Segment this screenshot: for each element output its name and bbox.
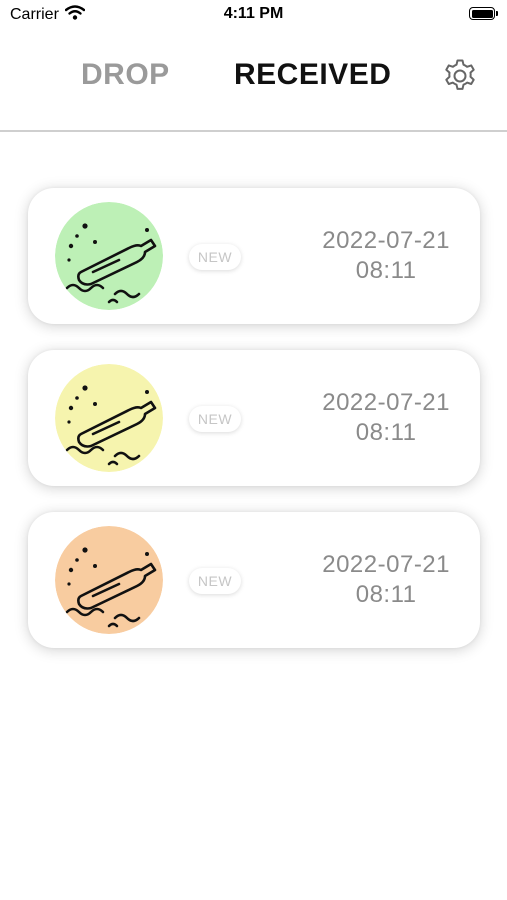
status-bar: Carrier 4:11 PM — [0, 0, 507, 30]
status-time: 4:11 PM — [223, 5, 284, 22]
message-time: 08:11 — [355, 581, 417, 608]
gear-icon[interactable] — [441, 57, 479, 95]
message-time: 08:11 — [355, 419, 417, 446]
message-date: 2022-07-21 — [322, 389, 450, 416]
message-date: 2022-07-21 — [322, 227, 450, 254]
screen: Carrier 4:11 PM DROP RECEIVED NEW 2022-0… — [0, 0, 507, 900]
new-badge: NEW — [189, 568, 241, 594]
list-item[interactable]: NEW 2022-07-21 08:11 — [28, 188, 480, 324]
message-timestamp: 2022-07-21 08:11 — [322, 226, 450, 286]
new-badge: NEW — [189, 244, 241, 270]
top-tab-bar: DROP RECEIVED — [0, 40, 507, 132]
new-badge: NEW — [189, 406, 241, 432]
message-timestamp: 2022-07-21 08:11 — [322, 388, 450, 448]
tab-drop[interactable]: DROP — [81, 58, 170, 92]
message-date: 2022-07-21 — [322, 551, 450, 578]
bottle-in-water-icon — [55, 364, 163, 472]
bottle-in-water-icon — [55, 526, 163, 634]
list-item[interactable]: NEW 2022-07-21 08:11 — [28, 512, 480, 648]
bottle-in-water-icon — [55, 202, 163, 310]
tab-received[interactable]: RECEIVED — [234, 58, 391, 92]
battery-icon — [469, 7, 498, 20]
message-time: 08:11 — [355, 257, 417, 284]
list-item[interactable]: NEW 2022-07-21 08:11 — [28, 350, 480, 486]
message-timestamp: 2022-07-21 08:11 — [322, 550, 450, 610]
